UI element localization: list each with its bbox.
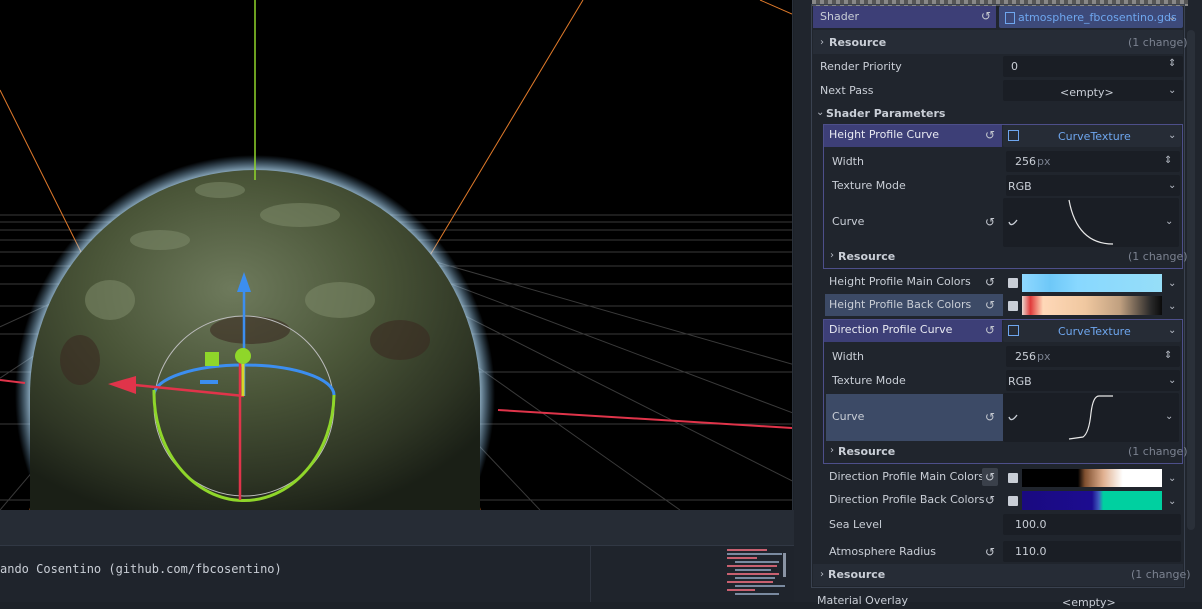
shader-params-collapse-icon[interactable]: ⌄ — [816, 107, 824, 118]
shader-reset-icon[interactable]: ↺ — [981, 9, 991, 23]
render-priority-field[interactable] — [1003, 56, 1183, 77]
direction-width-unit: px — [1037, 350, 1051, 363]
script-file-icon — [1005, 12, 1015, 24]
direction-texture-mode-field[interactable] — [1006, 370, 1180, 391]
atmosphere-radius-value[interactable]: 110.0 — [1015, 545, 1047, 558]
gradient-icon — [1008, 496, 1018, 506]
direction-curve-preview[interactable] — [1003, 393, 1179, 442]
3d-viewport[interactable] — [0, 0, 793, 510]
height-resource-change: (1 change) — [1128, 250, 1188, 263]
atmosphere-radius-label: Atmosphere Radius — [829, 545, 936, 558]
resource-label: Resource — [829, 36, 887, 49]
code-divider — [590, 546, 591, 602]
height-curve-dropdown-icon[interactable]: ⌄ — [1168, 130, 1176, 141]
spinner-icon[interactable]: ⇕ — [1168, 58, 1176, 69]
panel-splitter[interactable] — [794, 0, 810, 602]
direction-main-colors-label: Direction Profile Main Colors — [829, 470, 985, 483]
x-axis-right — [497, 409, 792, 429]
direction-curve-reset-icon[interactable]: ↺ — [985, 323, 995, 337]
height-texture-mode-field[interactable] — [1006, 175, 1180, 196]
height-back-gradient[interactable] — [1022, 296, 1162, 315]
shader-value[interactable]: atmosphere_fbcosentino.gds — [1018, 11, 1177, 24]
height-resource-label[interactable]: Resource — [838, 250, 895, 263]
direction-curve-value[interactable]: CurveTexture — [1058, 325, 1131, 338]
render-priority-value[interactable]: 0 — [1011, 60, 1018, 73]
height-width-label: Width — [832, 155, 864, 168]
atmosphere-radius-reset-icon[interactable]: ↺ — [985, 545, 995, 559]
viewport-scene — [0, 0, 792, 510]
height-back-colors-reset-icon[interactable]: ↺ — [985, 298, 995, 312]
gradient-icon — [1008, 301, 1018, 311]
direction-back-gradient[interactable] — [1022, 491, 1162, 510]
direction-curve-sub-dropdown-icon[interactable]: ⌄ — [1165, 411, 1173, 422]
material-overlay-label: Material Overlay — [817, 594, 908, 607]
inspector-scrollbar[interactable] — [1187, 30, 1195, 530]
curve-texture-icon — [1008, 325, 1019, 336]
height-texture-mode-value[interactable]: RGB — [1008, 180, 1032, 193]
sea-level-value[interactable]: 100.0 — [1015, 518, 1047, 531]
next-pass-dropdown-icon[interactable]: ⌄ — [1168, 85, 1176, 96]
direction-resource-expand-icon[interactable]: › — [830, 445, 834, 456]
height-main-colors-label: Height Profile Main Colors — [829, 275, 971, 288]
code-line[interactable]: ando Cosentino (github.com/fbcosentino) — [0, 562, 282, 576]
shader-params-label[interactable]: Shader Parameters — [826, 107, 945, 120]
direction-main-colors-dropdown-icon[interactable]: ⌄ — [1168, 473, 1176, 484]
next-pass-label: Next Pass — [820, 84, 874, 97]
height-curve-value[interactable]: CurveTexture — [1058, 130, 1131, 143]
direction-back-colors-reset-icon[interactable]: ↺ — [985, 493, 995, 507]
height-curve-sub-reset-icon[interactable]: ↺ — [985, 215, 995, 229]
shader-label: Shader — [820, 10, 859, 23]
height-back-colors-dropdown-icon[interactable]: ⌄ — [1168, 301, 1176, 312]
height-curve-label: Height Profile Curve — [829, 128, 940, 141]
resource-bottom-label: Resource — [828, 568, 886, 581]
height-back-colors-label: Height Profile Back Colors — [829, 298, 972, 311]
height-curve-sub-dropdown-icon[interactable]: ⌄ — [1165, 216, 1173, 227]
direction-texture-mode-value[interactable]: RGB — [1008, 375, 1032, 388]
height-curve-reset-icon[interactable]: ↺ — [985, 128, 995, 142]
direction-back-colors-label: Direction Profile Back Colors — [829, 493, 985, 506]
direction-curve-dropdown-icon[interactable]: ⌄ — [1168, 325, 1176, 336]
resource-expand-icon[interactable]: › — [820, 37, 824, 48]
height-curve-preview[interactable] — [1003, 198, 1179, 247]
height-width-value[interactable]: 256 — [1015, 155, 1036, 168]
direction-main-colors-reset-icon[interactable]: ↺ — [985, 470, 995, 484]
direction-width-spinner-icon[interactable]: ⇕ — [1164, 350, 1172, 361]
height-width-spinner-icon[interactable]: ⇕ — [1164, 155, 1172, 166]
direction-curve-label: Direction Profile Curve — [829, 323, 953, 336]
resource-bottom-expand-icon[interactable]: › — [820, 569, 824, 580]
height-texture-mode-dropdown-icon[interactable]: ⌄ — [1168, 180, 1176, 191]
gradient-icon — [1008, 473, 1018, 483]
gradient-icon — [1008, 278, 1018, 288]
height-main-gradient[interactable] — [1022, 274, 1162, 292]
render-priority-label: Render Priority — [820, 60, 902, 73]
resource-bottom-change: (1 change) — [1131, 568, 1191, 581]
direction-width-value[interactable]: 256 — [1015, 350, 1036, 363]
height-curve-graph — [1008, 199, 1114, 245]
next-pass-value[interactable]: <empty> — [1060, 86, 1114, 99]
material-overlay-value[interactable]: <empty> — [1062, 596, 1116, 609]
height-curve-sub-label: Curve — [832, 215, 865, 228]
height-resource-expand-icon[interactable]: › — [830, 250, 834, 261]
direction-back-colors-dropdown-icon[interactable]: ⌄ — [1168, 496, 1176, 507]
resource-change: (1 change) — [1128, 36, 1188, 49]
direction-width-label: Width — [832, 350, 864, 363]
sea-level-label: Sea Level — [829, 518, 883, 531]
direction-curve-sub-label: Curve — [832, 410, 865, 423]
direction-main-gradient[interactable] — [1022, 469, 1162, 487]
height-texture-mode-label: Texture Mode — [832, 179, 906, 192]
code-minimap[interactable] — [727, 547, 787, 602]
shader-dropdown-icon[interactable]: ⌄ — [1168, 12, 1176, 23]
script-editor-panel: ando Cosentino (github.com/fbcosentino) — [0, 510, 794, 602]
direction-texture-mode-dropdown-icon[interactable]: ⌄ — [1168, 375, 1176, 386]
height-width-unit: px — [1037, 155, 1051, 168]
direction-resource-label[interactable]: Resource — [838, 445, 895, 458]
height-main-colors-dropdown-icon[interactable]: ⌄ — [1168, 278, 1176, 289]
direction-texture-mode-label: Texture Mode — [832, 374, 906, 387]
height-main-colors-reset-icon[interactable]: ↺ — [985, 275, 995, 289]
direction-resource-change: (1 change) — [1128, 445, 1188, 458]
direction-curve-sub-reset-icon[interactable]: ↺ — [985, 410, 995, 424]
curve-texture-icon — [1008, 130, 1019, 141]
script-tab-bar — [0, 510, 794, 546]
direction-curve-graph — [1008, 395, 1113, 440]
